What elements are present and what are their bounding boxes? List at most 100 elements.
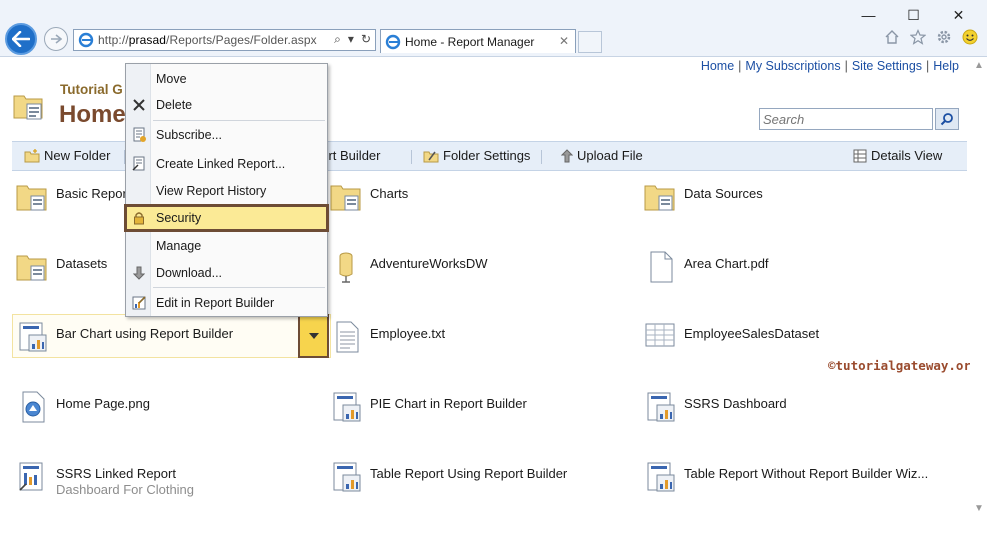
item-label[interactable]: Table Report Without Report Builder Wiz.… [684, 460, 928, 482]
list-item[interactable]: AdventureWorksDW [330, 250, 488, 284]
text-file-icon [336, 321, 359, 353]
item-label[interactable]: Bar Chart using Report Builder [56, 320, 233, 342]
list-item[interactable]: Home Page.png [16, 390, 150, 424]
menu-item-manage[interactable]: Manage [127, 234, 326, 258]
url-text: http://prasad/Reports/Pages/Folder.aspx [98, 33, 317, 47]
list-item[interactable]: Table Report Without Report Builder Wiz.… [644, 460, 928, 494]
list-item[interactable]: Table Report Using Report Builder [330, 460, 567, 494]
upload-file-button[interactable]: Upload File [561, 148, 643, 163]
link-help[interactable]: Help [933, 59, 959, 73]
edit-report-icon [127, 291, 151, 315]
menu-item-create-linked-report[interactable]: Create Linked Report... [127, 152, 326, 176]
item-label[interactable]: EmployeeSalesDataset [684, 320, 819, 342]
scroll-down-icon[interactable]: ▼ [974, 503, 984, 514]
link-my-subscriptions[interactable]: My Subscriptions [745, 59, 840, 73]
list-item[interactable]: SSRS Dashboard [644, 390, 787, 424]
item-label[interactable]: Home Page.png [56, 390, 150, 412]
site-name: Tutorial G [60, 82, 123, 97]
menu-item-download[interactable]: Download... [127, 261, 326, 285]
new-folder-icon [24, 148, 40, 162]
list-item[interactable]: Basic Repor [16, 180, 127, 214]
linked-report-icon [127, 152, 151, 176]
context-menu: Move Delete Subscribe... Create Linked R… [124, 63, 329, 317]
item-label[interactable]: Employee.txt [370, 320, 445, 342]
item-label[interactable]: PIE Chart in Report Builder [370, 390, 527, 412]
internet-explorer-icon [385, 34, 401, 49]
menu-item-move[interactable]: Move [127, 67, 326, 91]
item-label[interactable]: SSRS Linked Report [56, 466, 194, 482]
search-icon[interactable]: ⌕ [334, 32, 341, 47]
menu-item-edit-in-report-builder[interactable]: Edit in Report Builder [127, 291, 326, 315]
item-label[interactable]: Datasets [56, 250, 107, 272]
address-bar[interactable]: http://prasad/Reports/Pages/Folder.aspx … [73, 29, 376, 51]
item-menu-dropdown-button[interactable] [298, 314, 329, 358]
tab-close-icon[interactable]: ✕ [559, 34, 569, 48]
folder-icon [330, 185, 361, 211]
menu-item-delete[interactable]: Delete [127, 93, 326, 117]
home-folder-icon [12, 88, 46, 125]
link-site-settings[interactable]: Site Settings [852, 59, 922, 73]
list-item[interactable]: Charts [330, 180, 408, 214]
smiley-feedback-icon[interactable] [961, 28, 979, 46]
item-label[interactable]: Basic Repor [56, 180, 127, 202]
forward-arrow-icon [51, 34, 62, 44]
datasource-icon [339, 252, 353, 283]
list-item[interactable]: Data Sources [644, 180, 763, 214]
list-item[interactable]: EmployeeSalesDataset [644, 320, 819, 354]
folder-settings-icon [423, 151, 439, 162]
lock-icon [127, 206, 151, 230]
report-icon [333, 462, 361, 492]
upload-arrow-icon [561, 148, 573, 162]
folder-icon [16, 185, 47, 211]
minimize-button[interactable]: — [846, 4, 891, 26]
browser-chrome: — ☐ ✕ http://prasad/Reports/Pages/Folder… [0, 0, 987, 57]
list-item[interactable]: PIE Chart in Report Builder [330, 390, 527, 424]
menu-item-view-report-history[interactable]: View Report History [127, 179, 326, 203]
search-box [759, 108, 959, 130]
back-arrow-icon [12, 31, 30, 47]
list-item[interactable]: Bar Chart using Report Builder [16, 320, 233, 354]
menu-item-security[interactable]: Security [124, 204, 329, 232]
delete-x-icon [127, 93, 151, 117]
new-folder-button[interactable]: New Folder [24, 148, 110, 163]
top-links: Home | My Subscriptions | Site Settings | Help [700, 59, 959, 73]
new-tab-button[interactable] [578, 31, 602, 53]
item-label[interactable]: Charts [370, 180, 408, 202]
internet-explorer-icon [78, 32, 94, 48]
folder-icon [16, 255, 47, 281]
forward-button[interactable] [44, 27, 68, 51]
link-home[interactable]: Home [701, 59, 734, 73]
dataset-icon [645, 323, 675, 347]
dropdown-arrow-icon[interactable]: ▾ [348, 32, 354, 47]
item-label[interactable]: Table Report Using Report Builder [370, 460, 567, 482]
home-icon[interactable] [883, 28, 901, 46]
maximize-button[interactable]: ☐ [891, 4, 936, 26]
list-item[interactable]: SSRS Linked Report Dashboard For Clothin… [16, 460, 194, 498]
item-label[interactable]: Area Chart.pdf [684, 250, 769, 272]
chevron-down-icon [308, 333, 319, 339]
back-button[interactable] [5, 23, 37, 55]
list-item[interactable]: Area Chart.pdf [644, 250, 769, 284]
close-window-button[interactable]: ✕ [936, 4, 981, 26]
search-input[interactable] [759, 108, 933, 130]
list-item[interactable]: Employee.txt [330, 320, 445, 354]
details-view-icon [853, 149, 867, 162]
refresh-icon[interactable]: ↻ [361, 32, 371, 47]
menu-item-subscribe[interactable]: Subscribe... [127, 123, 326, 147]
details-view-button[interactable]: Details View [853, 148, 942, 163]
folder-settings-button[interactable]: Folder Settings [423, 148, 530, 163]
vertical-scrollbar[interactable]: ▲ ▼ [970, 57, 987, 534]
item-label[interactable]: AdventureWorksDW [370, 250, 488, 272]
page-title: Home [59, 101, 126, 128]
list-item[interactable]: Datasets [16, 250, 107, 284]
browser-tab[interactable]: Home - Report Manager ✕ [380, 29, 576, 53]
folder-icon [644, 185, 675, 211]
item-label[interactable]: Data Sources [684, 180, 763, 202]
favorites-star-icon[interactable] [909, 28, 927, 46]
item-label[interactable]: SSRS Dashboard [684, 390, 787, 412]
search-icon [940, 113, 953, 126]
gear-icon[interactable] [935, 28, 953, 46]
scroll-up-icon[interactable]: ▲ [974, 60, 984, 71]
linked-report-icon [19, 462, 43, 491]
search-button[interactable] [935, 108, 959, 130]
